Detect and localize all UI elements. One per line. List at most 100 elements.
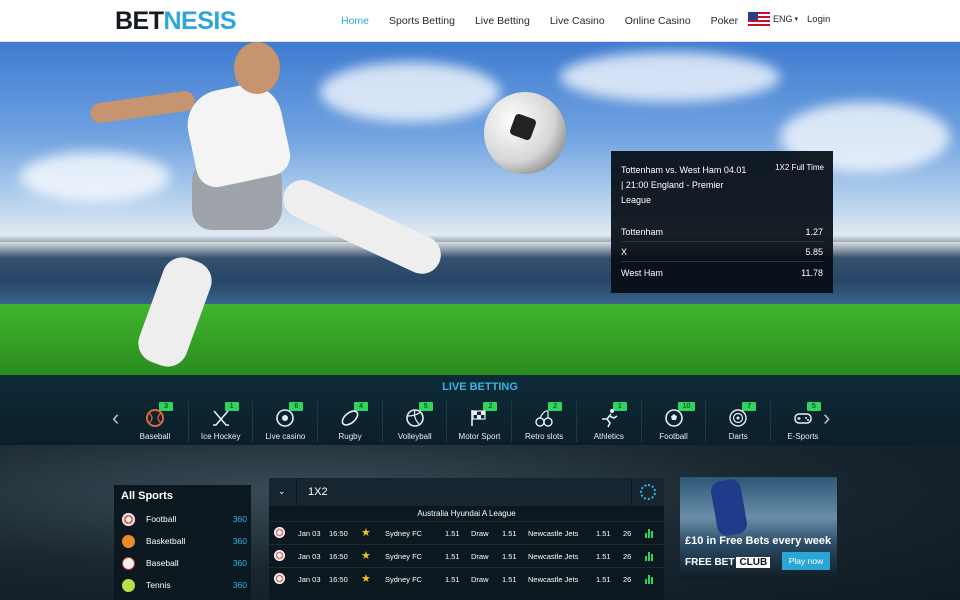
live-sport-motor-sport[interactable]: 2 Motor Sport (446, 400, 511, 442)
checkered-flag-icon (471, 410, 487, 426)
live-sport-darts[interactable]: 7 Darts (705, 400, 770, 442)
sport-item-tennis[interactable]: Tennis 360 (114, 575, 251, 597)
brand-logo[interactable]: BETNESIS (115, 7, 237, 36)
language-selector[interactable]: ENG ▾ (748, 12, 798, 26)
player-figure (181, 78, 294, 191)
odds-row-away[interactable]: West Ham 11.78 (621, 263, 823, 282)
stats-icon[interactable] (645, 574, 655, 584)
match-row[interactable]: Jan 03 16:50 ★ Sydney FC 1.51 Draw 1.51 … (269, 521, 664, 544)
odd-home[interactable]: 1.51 (445, 575, 460, 584)
play-now-button[interactable]: Play now (782, 552, 830, 570)
odd-away[interactable]: 1.51 (596, 575, 611, 584)
odds-row-home[interactable]: Tottenham 1.27 (621, 223, 823, 242)
soccer-ball-image (484, 92, 566, 174)
favorite-star-icon[interactable]: ★ (361, 549, 371, 562)
divider (631, 478, 632, 506)
match-row[interactable]: Jan 03 16:50 ★ Sydney FC 1.51 Draw 1.51 … (269, 567, 664, 590)
nav-live-casino[interactable]: Live Casino (550, 15, 605, 27)
football-icon (122, 513, 135, 526)
nav-live-betting[interactable]: Live Betting (475, 15, 530, 27)
promo-headline: £10 in Free Bets every week (685, 535, 832, 547)
language-label: ENG (773, 14, 793, 24)
football-icon (274, 550, 285, 561)
odd-away[interactable]: 1.51 (596, 552, 611, 561)
live-sport-football[interactable]: 10 Football (640, 400, 706, 442)
live-sport-athletics[interactable]: 1 Athletics (575, 400, 641, 442)
dartboard-icon (729, 409, 747, 427)
nav-home[interactable]: Home (341, 15, 369, 27)
prev-arrow-icon[interactable]: ‹ (112, 407, 119, 429)
free-bet-club-logo: FREE BET CLUB (685, 557, 771, 568)
odd-away[interactable]: 1.51 (596, 529, 611, 538)
match-title: Tottenham vs. West Ham 04.01 | 21:00 Eng… (621, 165, 747, 205)
featured-match-odds: Tottenham vs. West Ham 04.01 | 21:00 Eng… (611, 151, 833, 293)
market-type: 1X2 Full Time (775, 163, 824, 172)
baseball-icon (122, 557, 135, 570)
live-sports-carousel: 3 Baseball 1 Ice Hockey 6 Live casino 4 … (123, 400, 835, 442)
odd-draw[interactable]: 1.51 (502, 552, 517, 561)
live-sport-ice-hockey[interactable]: 1 Ice Hockey (187, 400, 253, 442)
live-sport-e-sports[interactable]: 5 E-Sports (769, 400, 835, 442)
cloud-shape (320, 62, 500, 122)
chevron-down-icon[interactable]: ⌄ (278, 486, 286, 497)
live-sport-volleyball[interactable]: 5 Volleyball (381, 400, 447, 442)
baseball-icon (146, 409, 164, 427)
odds-row-draw[interactable]: X 5.85 (621, 243, 823, 262)
roulette-icon (276, 409, 295, 427)
all-sports-title: All Sports (121, 490, 173, 502)
live-sport-rugby[interactable]: 4 Rugby (317, 400, 382, 442)
cloud-shape (560, 52, 780, 102)
live-sport-baseball[interactable]: 3 Baseball (123, 400, 188, 442)
free-bet-promo-banner[interactable]: £10 in Free Bets every week FREE BET CLUB… (680, 477, 837, 579)
cloud-shape (20, 152, 170, 202)
rugby-ball-icon (341, 410, 359, 426)
live-sport-retro-slots[interactable]: 2 Retro slots (511, 400, 576, 442)
volleyball-icon (405, 409, 424, 427)
hero-banner: Tottenham vs. West Ham 04.01 | 21:00 Eng… (0, 42, 960, 375)
more-markets[interactable]: 26 (623, 552, 631, 561)
nav-online-casino[interactable]: Online Casino (625, 15, 691, 27)
stats-icon[interactable] (645, 528, 655, 538)
sport-item-football[interactable]: Football 360 (114, 509, 251, 531)
more-markets[interactable]: 26 (623, 529, 631, 538)
stats-icon[interactable] (645, 551, 655, 561)
promo-player-image (709, 477, 749, 538)
cherries-icon (535, 410, 553, 427)
tennis-icon (122, 579, 135, 592)
odd-home[interactable]: 1.51 (445, 529, 460, 538)
divider (296, 478, 297, 506)
player-figure (234, 42, 280, 94)
favorite-star-icon[interactable]: ★ (361, 572, 371, 585)
hockey-sticks-icon (212, 410, 229, 426)
loading-spinner-icon (640, 484, 656, 500)
market-tab[interactable]: 1X2 (308, 486, 328, 498)
odd-draw[interactable]: 1.51 (502, 575, 517, 584)
nav-sports-betting[interactable]: Sports Betting (389, 15, 455, 27)
all-sports-panel: All Sports Football 360 Basketball 360 B… (114, 485, 251, 600)
favorite-star-icon[interactable]: ★ (361, 526, 371, 539)
odd-home[interactable]: 1.51 (445, 552, 460, 561)
football-icon (274, 573, 285, 584)
match-row[interactable]: Jan 03 16:50 ★ Sydney FC 1.51 Draw 1.51 … (269, 544, 664, 567)
basketball-icon (122, 535, 135, 548)
matches-panel: ⌄ 1X2 Australia Hyundai A League Jan 03 … (269, 478, 664, 600)
main-nav: Home Sports Betting Live Betting Live Ca… (331, 0, 748, 42)
player-figure (89, 89, 196, 125)
live-betting-strip: LIVE BETTING ‹ › 3 Baseball 1 Ice Hockey… (0, 375, 960, 445)
live-sport-live-casino[interactable]: 6 Live casino (252, 400, 317, 442)
site-header: BETNESIS Home Sports Betting Live Bettin… (0, 0, 960, 42)
gamepad-icon (794, 413, 812, 424)
football-icon (274, 527, 285, 538)
odd-draw[interactable]: 1.51 (502, 529, 517, 538)
live-betting-title: LIVE BETTING (442, 381, 518, 393)
market-header: ⌄ 1X2 (269, 478, 664, 506)
sport-item-basketball[interactable]: Basketball 360 (114, 531, 251, 553)
league-title: Australia Hyundai A League (417, 509, 516, 518)
football-icon (664, 409, 683, 427)
nav-poker[interactable]: Poker (711, 15, 738, 27)
us-flag-icon (748, 12, 770, 26)
more-markets[interactable]: 26 (623, 575, 631, 584)
sport-item-baseball[interactable]: Baseball 360 (114, 553, 251, 575)
login-link[interactable]: Login (807, 14, 830, 25)
chevron-down-icon: ▾ (794, 16, 799, 23)
